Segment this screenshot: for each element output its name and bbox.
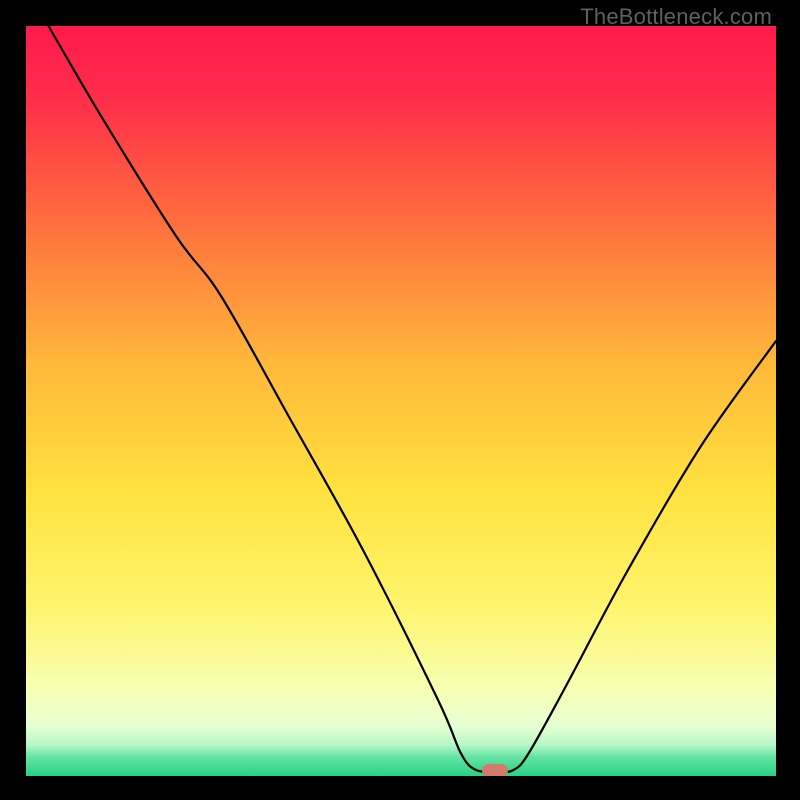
plot-area <box>26 26 776 776</box>
optimal-point-marker <box>482 764 508 776</box>
chart-frame: TheBottleneck.com <box>0 0 800 800</box>
bottleneck-curve <box>26 26 776 776</box>
